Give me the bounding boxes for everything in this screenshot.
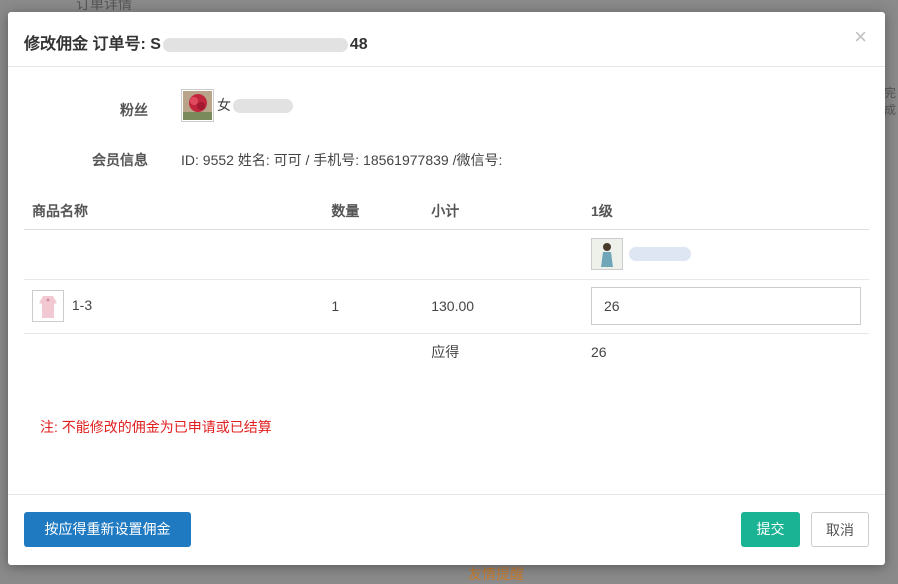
modal-header: 修改佣金 订单号: S 48 × (8, 12, 885, 67)
fans-name: 女 (217, 95, 293, 115)
table-row (24, 229, 869, 280)
commission-note: 注: 不能修改的佣金为已申请或已结算 (40, 419, 272, 435)
clothing-thumb-icon (32, 290, 64, 322)
summary-label: 应得 (431, 344, 460, 361)
modal-footer: 按应得重新设置佣金 提交 取消 (8, 494, 885, 565)
col-quantity: 数量 (323, 194, 424, 230)
edit-commission-modal: 修改佣金 订单号: S 48 × 粉丝 女 会员信息 ID: 9552 姓名: 可… (8, 12, 885, 565)
product-quantity: 1 (323, 279, 424, 334)
col-level1: 1级 (583, 194, 869, 230)
cancel-button[interactable]: 取消 (811, 512, 869, 547)
col-product-name: 商品名称 (24, 194, 324, 230)
flower-avatar-icon (181, 89, 214, 122)
close-icon[interactable]: × (854, 26, 867, 48)
backdrop-reminder: 友情提醒 (468, 566, 524, 582)
member-info-label: 会员信息 (92, 152, 148, 168)
redacted-fans-name (233, 99, 293, 114)
redacted-level1-name (628, 247, 691, 261)
modal-title: 修改佣金 订单号: S 48 (24, 30, 368, 54)
product-name: 1-3 (71, 296, 93, 313)
backdrop-status: 完成 (884, 86, 897, 117)
reset-commission-button[interactable]: 按应得重新设置佣金 (24, 512, 191, 547)
title-prefix: 修改佣金 订单号: S (24, 36, 161, 53)
submit-button[interactable]: 提交 (741, 512, 800, 547)
product-subtotal: 130.00 (423, 279, 583, 334)
col-subtotal: 小计 (423, 194, 583, 230)
commission-table: 商品名称 数量 小计 1级 1-3 1 130.00 26 应得 26 (24, 194, 869, 371)
summary-value: 26 (591, 344, 607, 361)
table-row: 1-3 1 130.00 (24, 279, 869, 334)
fans-label: 粉丝 (120, 102, 148, 118)
person-avatar-icon (591, 238, 623, 270)
table-header-row: 商品名称 数量 小计 1级 (24, 194, 869, 230)
redacted-order-number (162, 37, 348, 52)
level1-commission-input[interactable] (591, 287, 861, 325)
table-row: 应得 26 (24, 333, 869, 371)
member-info-value: ID: 9552 姓名: 可可 / 手机号: 18561977839 /微信号: (181, 152, 503, 168)
title-suffix: 48 (349, 36, 368, 53)
